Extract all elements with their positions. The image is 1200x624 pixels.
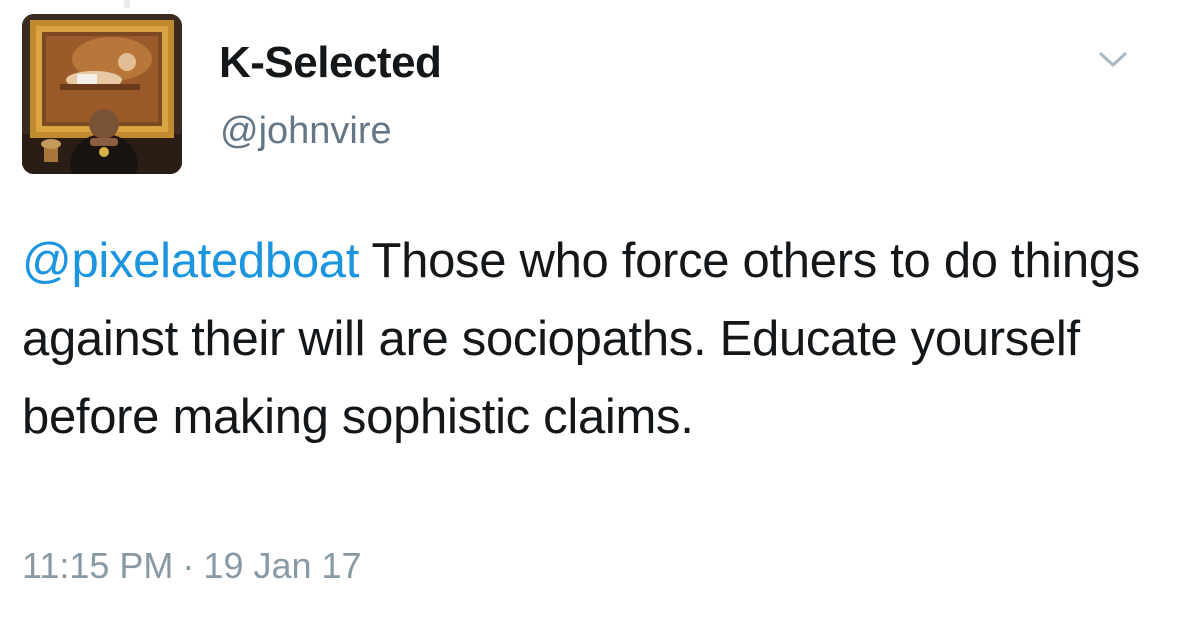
mention-link[interactable]: @pixelatedboat	[22, 234, 359, 288]
tweet-timestamp[interactable]: 11:15 PM · 19 Jan 17	[22, 545, 362, 587]
tweet-text: @pixelatedboat Those who force others to…	[22, 222, 1182, 456]
avatar-image	[22, 14, 182, 174]
tweet-date: 19 Jan 17	[203, 545, 362, 586]
avatar[interactable]	[22, 14, 182, 174]
chevron-down-icon[interactable]	[1093, 44, 1133, 74]
previous-tweet-edge	[124, 0, 130, 8]
meta-separator: ·	[182, 545, 195, 586]
tweet-time: 11:15 PM	[22, 545, 174, 586]
author-display-name[interactable]: K-Selected	[219, 38, 442, 88]
author-handle[interactable]: @johnvire	[220, 110, 392, 153]
